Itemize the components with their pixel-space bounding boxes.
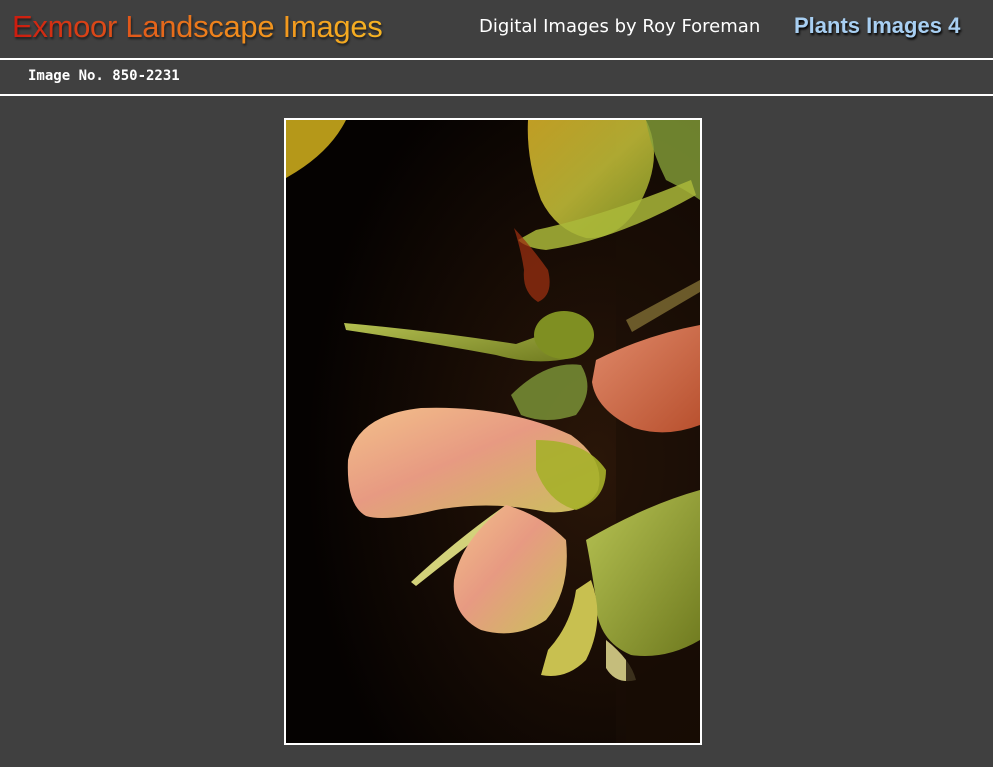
- main-photo: [284, 118, 702, 745]
- page: Exmoor Landscape Images Digital Images b…: [0, 0, 993, 767]
- gallery-title[interactable]: Plants Images 4: [794, 12, 960, 40]
- subbar-divider: [0, 94, 993, 96]
- byline: Digital Images by Roy Foreman: [479, 16, 761, 37]
- header: Exmoor Landscape Images Digital Images b…: [0, 0, 993, 58]
- photo-illustration: [286, 120, 700, 743]
- site-title[interactable]: Exmoor Landscape Images: [12, 8, 383, 46]
- image-number: Image No. 850-2231: [28, 68, 180, 84]
- image-info-bar: Image No. 850-2231: [0, 60, 993, 94]
